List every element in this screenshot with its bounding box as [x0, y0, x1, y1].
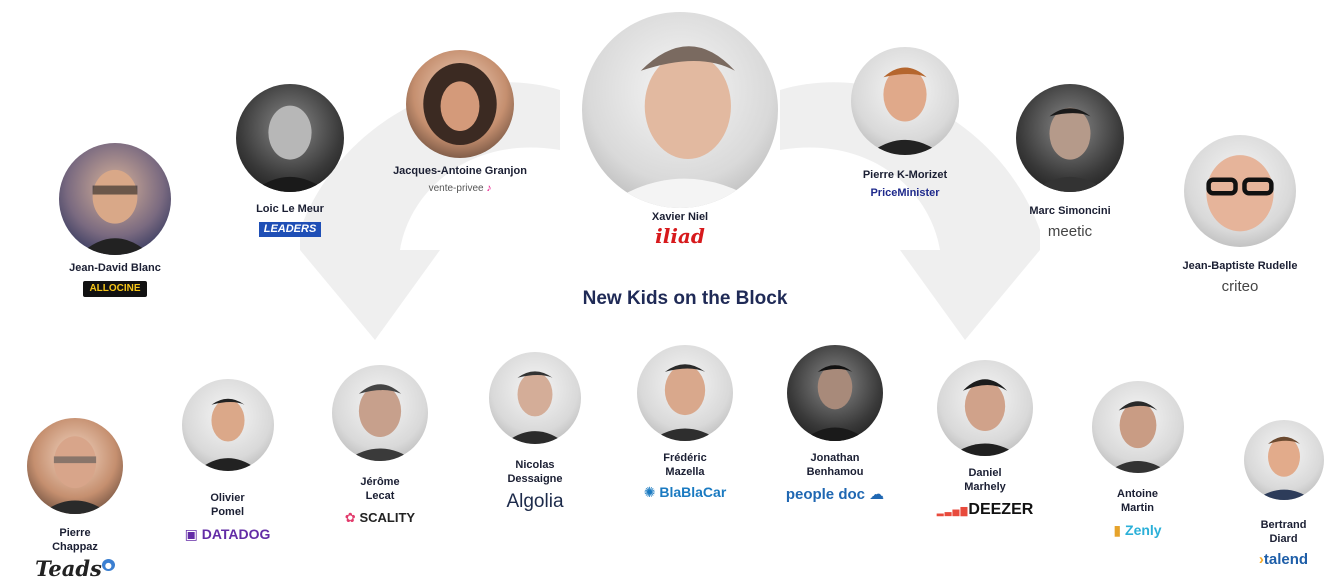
- company-logo-leaders: LEADERS: [258, 222, 322, 237]
- portrait-photo: [181, 379, 274, 471]
- company-logo-iliad: iliad: [655, 224, 705, 248]
- person-pierre-chappaz: Pierre Chappaz Teads ●: [10, 418, 140, 581]
- person-antoine-martin: Antoine Martin ▮ Zenly: [1075, 381, 1200, 540]
- portrait-photo: [489, 352, 581, 444]
- company-logo-algolia: Algolia: [506, 491, 564, 512]
- company-logo-datadog: ▣ DATADOG: [185, 527, 271, 541]
- company-logo-scality: ✿ SCALITY: [345, 511, 415, 524]
- portrait-photo: [236, 84, 344, 192]
- face-illustration: [1254, 436, 1313, 500]
- teads-badge-icon: ●: [101, 559, 115, 571]
- person-name: Loic Le Meur: [256, 203, 324, 215]
- person-name: Jacques-Antoine Granjon: [393, 165, 527, 177]
- person-name: Jean-David Blanc: [69, 262, 161, 274]
- portrait-photo: [27, 418, 123, 514]
- company-logo-vente-privee: vente-privee ♪: [429, 184, 492, 194]
- person-xavier-niel: Xavier Niel iliad: [555, 12, 805, 248]
- person-name: Jérôme Lecat: [360, 476, 400, 502]
- person-bertrand-diard: Bertrand Diard ›talend: [1235, 420, 1332, 569]
- portrait-photo: [937, 360, 1033, 456]
- person-frederic-mazella: Frédéric Mazella ✺ BlaBlaCar: [620, 345, 750, 502]
- datadog-dog-icon: ▣: [184, 526, 198, 542]
- vente-privee-mark-icon: ♪: [486, 183, 492, 194]
- portrait-photo: [1184, 135, 1296, 247]
- person-name: Marc Simoncini: [1029, 205, 1111, 217]
- portrait-photo: [851, 47, 959, 155]
- person-loic-le-meur: Loic Le Meur LEADERS: [215, 84, 365, 237]
- portrait-photo: [1091, 381, 1184, 473]
- person-name: Nicolas Dessaigne: [507, 459, 563, 485]
- company-name: Teads: [35, 556, 102, 581]
- person-name: Jean-Baptiste Rudelle: [1182, 260, 1298, 272]
- person-name: Pierre Chappaz: [52, 527, 98, 553]
- company-logo-criteo: criteo: [1221, 278, 1259, 295]
- company-logo-blablacar: ✺ BlaBlaCar: [644, 485, 727, 499]
- face-illustration: [1106, 401, 1169, 473]
- company-name: vente-privee: [428, 183, 484, 194]
- face-illustration: [802, 365, 868, 441]
- company-name: DEEZER: [968, 501, 1034, 518]
- face-illustration: [79, 169, 151, 255]
- portrait-photo: [637, 345, 733, 441]
- person-name: Frédéric Mazella: [663, 452, 707, 478]
- company-name: Zenly: [1125, 522, 1162, 538]
- portrait-photo: [1016, 84, 1124, 192]
- face-illustration: [423, 62, 497, 146]
- company-logo-deezer: ▂▃▅▇DEEZER: [937, 502, 1034, 518]
- face-illustration: [1032, 107, 1108, 192]
- person-marc-simoncini: Marc Simoncini meetic: [995, 84, 1145, 241]
- person-jacques-antoine-granjon: Jacques-Antoine Granjon vente-privee ♪: [380, 50, 540, 196]
- deezer-equalizer-icon: ▂▃▅▇: [936, 506, 969, 516]
- company-logo-talend: ›talend: [1259, 552, 1308, 567]
- person-jerome-lecat: Jérôme Lecat ✿ SCALITY: [315, 365, 445, 527]
- face-illustration: [196, 398, 259, 471]
- company-logo-teads: Teads ●: [35, 558, 115, 579]
- zenly-popsicle-icon: ▮: [1113, 522, 1122, 538]
- company-logo-zenly: ▮ Zenly: [1113, 523, 1161, 537]
- portrait-photo: [582, 12, 778, 208]
- face-illustration: [503, 371, 567, 444]
- company-logo-allocine: ALLOCINE: [83, 281, 147, 297]
- person-name: Antoine Martin: [1117, 488, 1158, 514]
- person-jean-david-blanc: Jean-David Blanc ALLOCINE: [40, 143, 190, 297]
- company-logo-meetic: meetic: [1047, 223, 1093, 240]
- face-illustration: [252, 105, 328, 192]
- scality-flower-icon: ✿: [344, 510, 356, 525]
- person-name: Olivier Pomel: [210, 492, 245, 518]
- person-olivier-pomel: Olivier Pomel ▣ DATADOG: [165, 379, 290, 544]
- company-name: BlaBlaCar: [659, 484, 727, 500]
- peopledoc-cloud-icon: ☁: [869, 486, 885, 503]
- person-name: Bertrand Diard: [1260, 519, 1307, 545]
- face-illustration: [601, 46, 769, 208]
- person-name: Jonathan Benhamou: [806, 452, 864, 478]
- person-pierre-k-morizet: Pierre K-Morizet PriceMinister: [825, 47, 985, 201]
- company-logo-peopledoc: people doc ☁: [786, 487, 884, 502]
- person-name: Pierre K-Morizet: [862, 169, 948, 181]
- face-illustration: [867, 67, 943, 155]
- page-title: New Kids on the Block: [582, 288, 788, 309]
- portrait-photo: [787, 345, 883, 441]
- face-illustration: [650, 364, 720, 441]
- face-illustration: [345, 384, 415, 461]
- person-jean-baptiste-rudelle: Jean-Baptiste Rudelle criteo: [1150, 135, 1330, 296]
- company-logo-priceminister: PriceMinister: [870, 187, 940, 199]
- person-jonathan-benhamou: Jonathan Benhamou people doc ☁: [770, 345, 900, 504]
- person-name: Xavier Niel: [651, 211, 709, 223]
- portrait-photo: [332, 365, 428, 461]
- person-nicolas-dessaigne: Nicolas Dessaigne Algolia: [470, 352, 600, 512]
- portrait-photo: [406, 50, 514, 158]
- blablacar-star-icon: ✺: [643, 484, 656, 500]
- company-name: DATADOG: [201, 526, 271, 542]
- portrait-photo: [1243, 420, 1324, 500]
- person-daniel-marhely: Daniel Marhely ▂▃▅▇DEEZER: [920, 360, 1050, 519]
- portrait-photo: [59, 143, 171, 255]
- company-name: SCALITY: [359, 510, 416, 525]
- slide: New Kids on the Block Jean-David Blanc A…: [0, 0, 1332, 585]
- face-illustration: [40, 436, 110, 514]
- person-name: Daniel Marhely: [964, 467, 1006, 493]
- company-name: people doc: [785, 486, 865, 503]
- face-illustration: [950, 379, 1020, 456]
- face-illustration: [1206, 155, 1274, 232]
- company-name: talend: [1263, 551, 1309, 568]
